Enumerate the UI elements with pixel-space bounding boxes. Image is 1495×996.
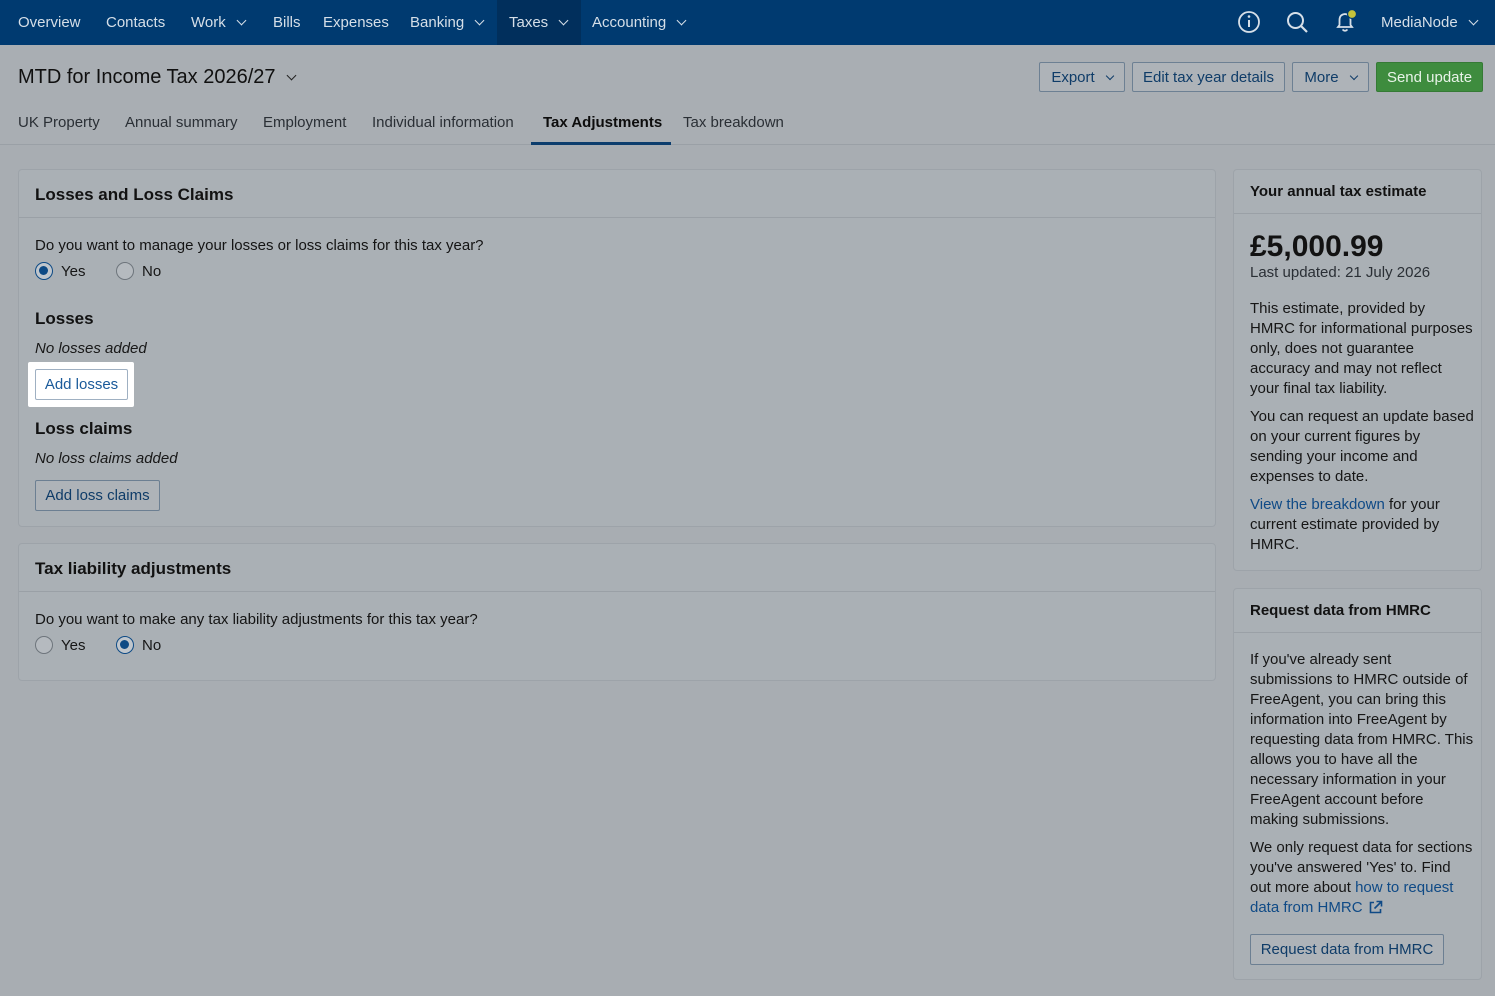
tab-individual-information[interactable]: Individual information [372,109,514,145]
tab-uk-property[interactable]: UK Property [18,109,100,145]
search-icon[interactable] [1283,8,1311,36]
export-button[interactable]: Export [1039,62,1125,92]
page-title[interactable]: MTD for Income Tax 2026/27 [18,66,296,89]
liability-question: Do you want to make any tax liability ad… [35,611,478,628]
chevron-down-icon [474,15,485,26]
external-link-icon [1368,900,1383,921]
radio-no[interactable] [116,262,134,280]
radio-yes[interactable] [35,636,53,654]
loss-claims-heading: Loss claims [35,419,133,438]
nav-work[interactable]: Work [191,0,247,45]
request-data-sections-text: We only request data for sections you've… [1250,838,1474,921]
losses-no-option[interactable]: No [116,262,161,280]
nav-taxes[interactable]: Taxes [497,0,581,45]
top-nav: Overview Contacts Work Bills Expenses Ba… [0,0,1495,45]
nav-bills[interactable]: Bills [273,0,301,45]
tax-estimate-title: Your annual tax estimate [1234,170,1481,214]
chevron-down-icon [236,15,247,26]
nav-expenses[interactable]: Expenses [323,0,389,45]
estimate-disclaimer: This estimate, provided by HMRC for info… [1250,300,1473,397]
liability-yes-option[interactable]: Yes [35,636,85,654]
info-icon[interactable] [1235,8,1263,36]
tax-liability-card-title: Tax liability adjustments [19,544,1215,592]
last-updated-text: Last updated: 21 July 2026 [1250,264,1431,281]
tax-estimate-card: Your annual tax estimate £5,000.99 Last … [1233,169,1482,571]
tab-annual-summary[interactable]: Annual summary [125,109,238,145]
chevron-down-icon [1105,71,1114,80]
nav-accounting[interactable]: Accounting [592,0,687,45]
account-menu[interactable]: MediaNode [1381,0,1479,45]
estimate-update-info: You can request an update based on your … [1250,408,1474,485]
chevron-down-icon [1349,71,1358,80]
radio-yes[interactable] [35,262,53,280]
chevron-down-icon [1468,15,1479,26]
more-button[interactable]: More [1292,62,1369,92]
radio-no[interactable] [116,636,134,654]
losses-card-title: Losses and Loss Claims [19,170,1215,218]
losses-card: Losses and Loss Claims Do you want to ma… [18,169,1216,527]
tax-estimate-amount: £5,000.99 [1250,230,1384,263]
chevron-down-icon [676,15,687,26]
page-header: MTD for Income Tax 2026/27 Export Edit t… [0,45,1495,145]
edit-tax-year-button[interactable]: Edit tax year details [1132,62,1285,92]
loss-claims-empty-text: No loss claims added [35,450,178,467]
view-breakdown-link[interactable]: View the breakdown [1250,496,1385,513]
estimate-breakdown-text: View the breakdown for your current esti… [1250,496,1440,553]
add-losses-button[interactable]: Add losses [35,369,128,400]
bell-icon[interactable] [1331,8,1359,36]
nav-banking[interactable]: Banking [410,0,485,45]
nav-contacts[interactable]: Contacts [106,0,165,45]
tab-tax-breakdown[interactable]: Tax breakdown [683,109,784,145]
request-data-card: Request data from HMRC If you've already… [1233,588,1482,980]
send-update-button[interactable]: Send update [1376,62,1483,92]
add-loss-claims-button[interactable]: Add loss claims [35,480,160,511]
tab-employment[interactable]: Employment [263,109,346,145]
chevron-down-icon [558,15,569,26]
nav-overview[interactable]: Overview [18,0,81,45]
losses-yes-option[interactable]: Yes [35,262,85,280]
losses-heading: Losses [35,309,94,328]
request-data-button[interactable]: Request data from HMRC [1250,934,1444,965]
losses-question: Do you want to manage your losses or los… [35,237,484,254]
liability-no-option[interactable]: No [116,636,161,654]
request-data-title: Request data from HMRC [1234,589,1481,633]
request-data-info: If you've already sent submissions to HM… [1250,651,1474,828]
losses-empty-text: No losses added [35,340,147,357]
tax-liability-card: Tax liability adjustments Do you want to… [18,543,1216,681]
tab-tax-adjustments[interactable]: Tax Adjustments [531,109,671,145]
chevron-down-icon [286,70,296,80]
